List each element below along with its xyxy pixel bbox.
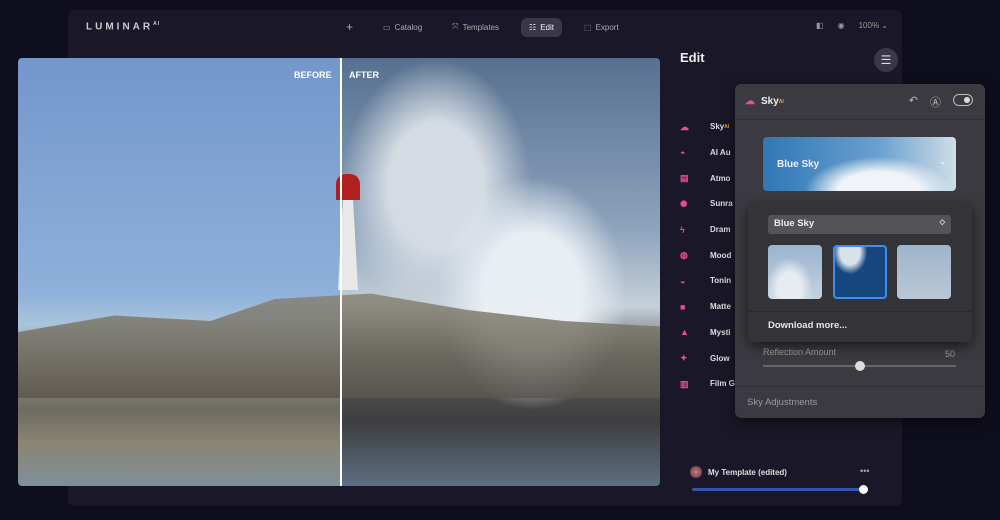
cloud-icon: ☁	[680, 121, 689, 132]
tool-glow[interactable]: ✦ Glow	[680, 345, 735, 371]
chevron-down-icon: ⌄	[939, 157, 946, 166]
ai-icon: ◓	[680, 147, 686, 158]
panel-toggle[interactable]	[953, 94, 973, 106]
slider-knob[interactable]	[855, 361, 865, 371]
before-image	[18, 58, 340, 486]
lighthouse	[330, 170, 366, 290]
tool-atmosphere[interactable]: ▤ Atmo	[680, 165, 735, 191]
adjustments-button[interactable]: ☰	[874, 48, 898, 72]
glow-icon: ✦	[680, 353, 688, 364]
catalog-icon: ▭	[383, 22, 391, 32]
bolt-icon: ϟ	[680, 224, 685, 235]
eye-icon[interactable]: ◉	[838, 21, 845, 30]
cloud-icon: ☁	[745, 96, 755, 107]
add-button[interactable]: +	[338, 15, 361, 39]
undo-icon[interactable]: ↶	[909, 94, 918, 110]
tool-drama[interactable]: ϟ Dram	[680, 217, 735, 243]
luminar-logo: LUMINARAI	[86, 21, 161, 33]
after-image	[340, 58, 660, 486]
matte-icon: ■	[680, 301, 686, 312]
reflection-amount-slider[interactable]	[763, 361, 956, 371]
sky-selection-button[interactable]: Blue Sky ⌄	[763, 137, 956, 191]
tab-templates[interactable]: ⤧ Templates	[444, 17, 507, 37]
plus-icon: +	[346, 20, 354, 34]
zoom-select[interactable]: 100% ⌄	[859, 21, 888, 30]
tool-sky[interactable]: ☁ Sky AI	[680, 114, 735, 140]
up-down-icon: ◇	[939, 219, 945, 226]
tool-mood[interactable]: ◍ Mood	[680, 242, 735, 268]
tab-catalog[interactable]: ▭ Catalog	[375, 18, 430, 37]
template-amount-slider[interactable]	[692, 485, 868, 494]
templates-icon: ⤧	[452, 22, 459, 31]
atmosphere-icon: ▤	[680, 173, 689, 184]
template-name[interactable]: My Template (edited)	[690, 466, 787, 478]
tab-edit[interactable]: ☷ Edit	[521, 17, 562, 37]
export-icon: ⬚	[584, 22, 592, 32]
mood-icon: ◍	[680, 250, 688, 261]
tool-sunrays[interactable]: ✺ Sunra	[680, 191, 735, 217]
tool-film-grain[interactable]: ▥ Film G	[680, 371, 735, 397]
tools-list: ☁ Sky AI ◓ AI Au ▤ Atmo ✺ Sunra ϟ Dram ◍ Mood ◒…	[680, 114, 735, 397]
template-avatar	[690, 466, 702, 478]
edit-title: Edit	[680, 50, 705, 65]
sky-category-select[interactable]: Blue Sky ◇	[768, 215, 951, 234]
ai-mask-icon[interactable]: Ⓐ	[930, 94, 941, 110]
film-icon: ▥	[680, 378, 689, 389]
tab-export[interactable]: ⬚ Export	[576, 18, 627, 37]
tool-toning[interactable]: ◒ Tonin	[680, 268, 735, 294]
reflection-amount-label: Reflection Amount	[763, 347, 837, 357]
after-label: AFTER	[349, 70, 379, 80]
tool-matte[interactable]: ■ Matte	[680, 294, 735, 320]
sun-icon: ✺	[680, 198, 688, 209]
slider-knob[interactable]	[859, 485, 868, 494]
sky-thumbnail-selected[interactable]	[833, 245, 887, 299]
tool-ai-augmented[interactable]: ◓ AI Au	[680, 140, 735, 166]
photo-canvas[interactable]: BEFORE AFTER	[18, 58, 660, 486]
top-nav: + ▭ Catalog ⤧ Templates ☷ Edit ⬚ Export	[338, 15, 627, 39]
sky-thumbnail[interactable]	[768, 245, 822, 299]
sky-dropdown: Blue Sky ◇ Download more...	[748, 203, 972, 342]
compare-icon[interactable]: ◧	[816, 21, 824, 30]
sliders-icon: ☰	[880, 53, 892, 67]
edit-icon: ☷	[529, 22, 537, 32]
tool-mystical[interactable]: ▲ Mysti	[680, 320, 735, 346]
toning-icon: ◒	[680, 275, 686, 286]
sky-thumbnail[interactable]	[897, 245, 951, 299]
download-more-link[interactable]: Download more...	[748, 311, 972, 339]
before-label: BEFORE	[294, 70, 332, 80]
before-after-divider[interactable]	[340, 58, 342, 486]
reflection-amount-value: 50	[944, 349, 955, 359]
view-controls: ◧ ◉ 100% ⌄	[816, 21, 888, 30]
sky-adjustments-section[interactable]: Sky Adjustments	[735, 386, 985, 418]
more-options-icon[interactable]: •••	[860, 466, 869, 476]
mystical-icon: ▲	[680, 327, 689, 338]
